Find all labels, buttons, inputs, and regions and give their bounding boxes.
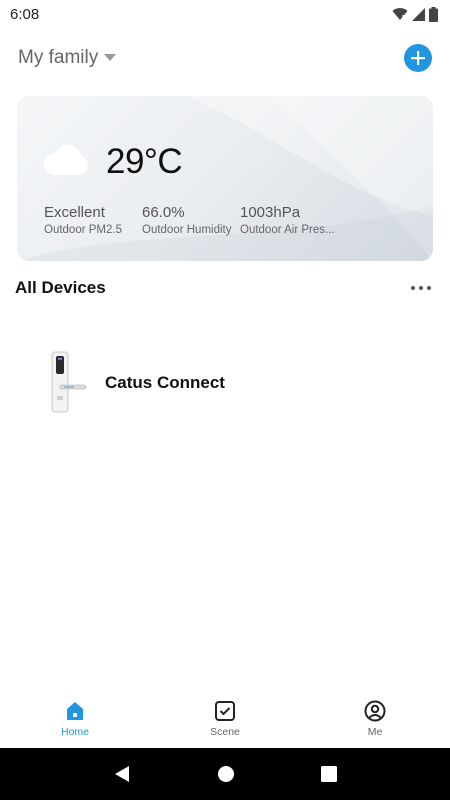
- tab-me[interactable]: Me: [300, 692, 450, 748]
- system-nav-bar: [0, 748, 450, 800]
- more-horizontal-icon[interactable]: [407, 280, 435, 296]
- profile-icon: [364, 700, 386, 722]
- stat-humidity: 66.0% Outdoor Humidity: [142, 204, 238, 236]
- stat-air-pressure: 1003hPa Outdoor Air Pres...: [240, 204, 345, 236]
- bottom-tab-bar: Home Scene Me: [0, 692, 450, 748]
- header: My family: [0, 40, 450, 76]
- battery-icon: [429, 6, 438, 22]
- device-item[interactable]: Catus Connect: [30, 350, 420, 416]
- caret-down-icon: [104, 54, 117, 61]
- recents-icon[interactable]: [321, 766, 337, 782]
- stat-value: 1003hPa: [240, 204, 301, 221]
- scene-check-icon: [215, 701, 235, 721]
- tab-label: Home: [60, 726, 89, 738]
- smart-lock-icon: [51, 351, 87, 413]
- stat-label: Outdoor Humidity: [142, 224, 232, 236]
- status-time: 6:08: [10, 5, 40, 23]
- family-selector[interactable]: My family: [18, 47, 117, 69]
- plus-icon: [411, 51, 425, 65]
- tab-label: Me: [367, 726, 383, 738]
- home-icon: [67, 702, 83, 720]
- devices-header: All Devices: [0, 275, 450, 301]
- section-title: All Devices: [15, 278, 106, 297]
- family-name: My family: [18, 47, 99, 68]
- device-name: Catus Connect: [105, 373, 225, 392]
- temperature: 29°C: [106, 142, 183, 181]
- card-background-decoration: [17, 96, 433, 261]
- tab-label: Scene: [210, 726, 240, 738]
- status-bar: 6:08: [0, 0, 450, 28]
- tab-home[interactable]: Home: [0, 692, 150, 748]
- cell-signal-icon: [412, 7, 425, 21]
- wifi-icon: [392, 8, 408, 20]
- add-button[interactable]: [404, 44, 432, 72]
- stat-label: Outdoor Air Pres...: [240, 224, 335, 236]
- tab-scene[interactable]: Scene: [150, 692, 300, 748]
- weather-card[interactable]: 29°C Excellent Outdoor PM2.5 66.0% Outdo…: [17, 96, 433, 261]
- stat-pm25: Excellent Outdoor PM2.5: [44, 204, 139, 236]
- home-nav-icon[interactable]: [217, 765, 235, 783]
- stat-label: Outdoor PM2.5: [44, 224, 122, 236]
- back-icon[interactable]: [113, 765, 131, 783]
- stat-value: Excellent: [44, 204, 105, 221]
- cloud-icon: [44, 145, 88, 175]
- stat-value: 66.0%: [142, 204, 185, 221]
- status-icons: [392, 6, 438, 22]
